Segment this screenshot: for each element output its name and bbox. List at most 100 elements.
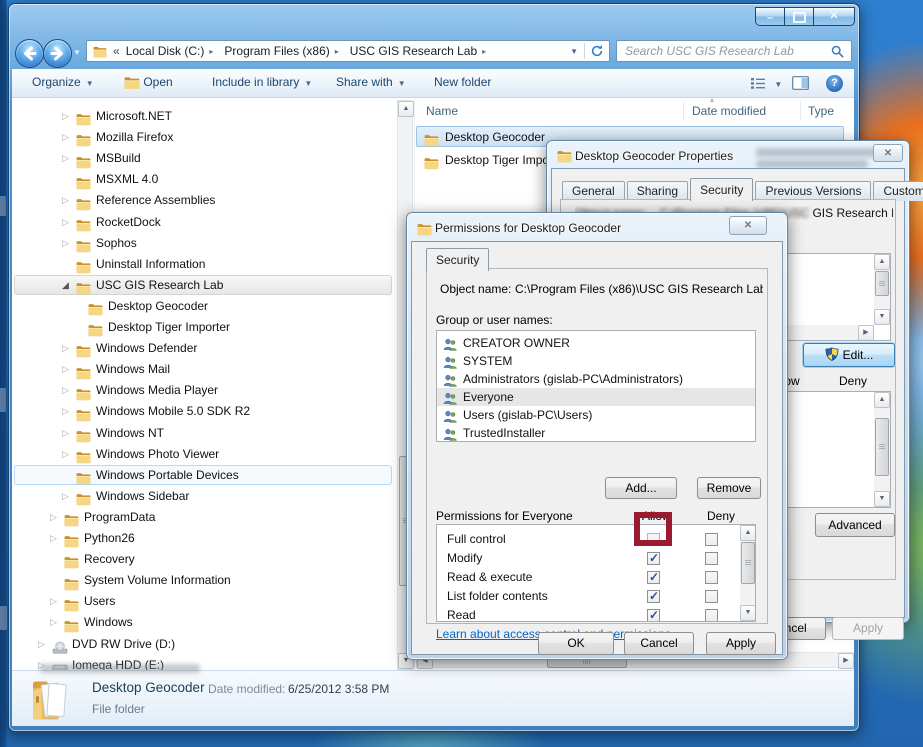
tree-item[interactable]: ▷ Windows Mobile 5.0 SDK R2 xyxy=(12,401,396,421)
expander-collapsed-icon[interactable]: ▷ xyxy=(62,423,69,443)
deny-checkbox[interactable] xyxy=(705,533,718,546)
expander-collapsed-icon[interactable]: ▷ xyxy=(50,507,57,527)
forward-button[interactable] xyxy=(43,39,72,68)
column-separator[interactable] xyxy=(683,101,684,121)
tree-item[interactable]: ▷ Windows Mail xyxy=(12,359,396,379)
tree-item[interactable]: ▷ Mozilla Firefox xyxy=(12,127,396,147)
edit-permissions-button[interactable]: Edit... xyxy=(803,343,895,367)
allow-checkbox[interactable]: ✓ xyxy=(647,590,660,603)
allow-checkbox[interactable]: ✓ xyxy=(647,552,660,565)
tree-item[interactable]: ▷ Windows Photo Viewer xyxy=(12,444,396,464)
add-button[interactable]: Add... xyxy=(605,477,677,499)
column-separator[interactable] xyxy=(800,101,801,121)
tree-item[interactable]: ▷ Python26 xyxy=(12,528,396,548)
tree-item[interactable]: Recovery xyxy=(12,549,396,569)
expander-collapsed-icon[interactable]: ▷ xyxy=(62,190,69,210)
deny-checkbox[interactable] xyxy=(705,552,718,565)
tab-security[interactable]: Security xyxy=(690,178,753,201)
tree-item[interactable]: ▷ Reference Assemblies xyxy=(12,190,396,210)
tab-sharing[interactable]: Sharing xyxy=(627,181,688,201)
tree-item[interactable]: System Volume Information xyxy=(12,570,396,590)
permission-entries-list[interactable]: ▲ ▼ Full control Modify ✓ Read & execute… xyxy=(436,524,756,622)
tree-item[interactable]: Windows Portable Devices xyxy=(12,465,396,485)
tree-item[interactable]: ▷ DVD RW Drive (D:) xyxy=(12,634,396,654)
toolbar-item-new-folder[interactable]: New folder xyxy=(434,75,491,89)
tab-customize[interactable]: Customize xyxy=(873,181,923,201)
deny-checkbox[interactable] xyxy=(705,571,718,584)
help-button[interactable]: ? xyxy=(826,75,843,92)
tree-item[interactable]: ▷ RocketDock xyxy=(12,212,396,232)
breadcrumb-separator-icon[interactable]: ▸ xyxy=(335,47,339,56)
breadcrumb-separator-icon[interactable]: ▸ xyxy=(482,47,486,56)
tree-item[interactable]: ◢ USC GIS Research Lab xyxy=(12,275,396,295)
scroll-right-button[interactable]: ▶ xyxy=(838,653,854,669)
tree-item[interactable]: ▷ Users xyxy=(12,591,396,611)
group-list-item[interactable]: Administrators (gislab-PC\Administrators… xyxy=(437,370,755,388)
tree-item[interactable]: Desktop Tiger Importer xyxy=(12,317,396,337)
close-button[interactable]: ✕ xyxy=(813,7,855,26)
column-header-type[interactable]: Type xyxy=(808,104,834,118)
toolbar-item-organize[interactable]: Organize▼ xyxy=(32,75,94,89)
group-list-item[interactable]: TrustedInstaller xyxy=(437,424,755,442)
scrollbar-thumb[interactable] xyxy=(875,271,889,296)
search-button[interactable] xyxy=(824,45,851,58)
scroll-up-button[interactable]: ▲ xyxy=(874,392,890,408)
scrollbar-thumb[interactable] xyxy=(875,418,889,476)
deny-checkbox[interactable] xyxy=(705,609,718,622)
deny-checkbox[interactable] xyxy=(705,590,718,603)
toolbar-item-open[interactable]: Open xyxy=(124,75,173,90)
scroll-down-button[interactable]: ▼ xyxy=(874,491,890,507)
tree-item[interactable]: Desktop Geocoder xyxy=(12,296,396,316)
group-list-item[interactable]: CREATOR OWNER xyxy=(437,334,755,352)
expander-collapsed-icon[interactable]: ▷ xyxy=(62,486,69,506)
scroll-up-button[interactable]: ▲ xyxy=(398,101,414,117)
expander-collapsed-icon[interactable]: ▷ xyxy=(62,106,69,126)
ok-button[interactable]: OK xyxy=(538,632,614,655)
expander-collapsed-icon[interactable]: ▷ xyxy=(50,612,57,632)
group-user-list[interactable]: CREATOR OWNER SYSTEM Administrators (gis… xyxy=(436,330,756,442)
group-list-vscrollbar[interactable]: ▲ ▼ xyxy=(874,254,890,325)
tree-item[interactable]: MSXML 4.0 xyxy=(12,169,396,189)
tree-item[interactable]: ▷ Sophos xyxy=(12,233,396,253)
tab-general[interactable]: General xyxy=(562,181,625,201)
toolbar-item-include-in-library[interactable]: Include in library▼ xyxy=(212,75,312,89)
refresh-button[interactable] xyxy=(585,44,609,58)
expander-collapsed-icon[interactable]: ▷ xyxy=(38,634,45,654)
column-header-name[interactable]: Name xyxy=(426,104,458,118)
scroll-down-button[interactable]: ▼ xyxy=(874,309,890,325)
expander-collapsed-icon[interactable]: ▷ xyxy=(62,380,69,400)
scroll-up-button[interactable]: ▲ xyxy=(874,254,890,270)
breadcrumb-segment[interactable]: Local Disk (C:) xyxy=(126,44,205,58)
group-list-item[interactable]: Users (gislab-PC\Users) xyxy=(437,406,755,424)
column-header-date-modified[interactable]: Date modified xyxy=(692,104,766,118)
remove-button[interactable]: Remove xyxy=(697,477,761,499)
expander-collapsed-icon[interactable]: ▷ xyxy=(62,127,69,147)
expander-collapsed-icon[interactable]: ▷ xyxy=(62,148,69,168)
expander-expanded-icon[interactable]: ◢ xyxy=(62,275,69,295)
address-bar[interactable]: « Local Disk (C:) ▸Program Files (x86) ▸… xyxy=(86,40,610,62)
tree-item[interactable]: ▷ Windows NT xyxy=(12,423,396,443)
advanced-button[interactable]: Advanced xyxy=(815,513,895,537)
breadcrumb-segment[interactable]: USC GIS Research Lab xyxy=(350,44,477,58)
tab-security[interactable]: Security xyxy=(426,248,489,271)
expander-collapsed-icon[interactable]: ▷ xyxy=(62,444,69,464)
preview-pane-button[interactable] xyxy=(792,76,809,93)
expander-collapsed-icon[interactable]: ▷ xyxy=(62,338,69,358)
properties-close-button[interactable]: ✕ xyxy=(873,144,903,162)
expander-collapsed-icon[interactable]: ▷ xyxy=(62,212,69,232)
breadcrumb-separator-icon[interactable]: ▸ xyxy=(209,47,213,56)
permissions-close-button[interactable]: ✕ xyxy=(729,216,767,235)
group-list-item[interactable]: Everyone xyxy=(437,388,755,406)
allow-checkbox[interactable]: ✓ xyxy=(647,571,660,584)
views-button[interactable]: ▼ xyxy=(750,76,782,90)
tree-item[interactable]: ▷ ProgramData xyxy=(12,507,396,527)
maximize-button[interactable] xyxy=(784,7,814,26)
properties-apply-button[interactable]: Apply xyxy=(832,617,904,640)
expander-collapsed-icon[interactable]: ▷ xyxy=(50,528,57,548)
recent-pages-dropdown[interactable]: ▼ xyxy=(73,48,81,57)
scroll-right-button[interactable]: ▶ xyxy=(858,325,874,341)
minimize-button[interactable]: – xyxy=(755,7,785,26)
tree-item[interactable]: ▷ Windows Defender xyxy=(12,338,396,358)
permissions-cancel-button[interactable]: Cancel xyxy=(624,632,694,655)
expander-collapsed-icon[interactable]: ▷ xyxy=(62,359,69,379)
